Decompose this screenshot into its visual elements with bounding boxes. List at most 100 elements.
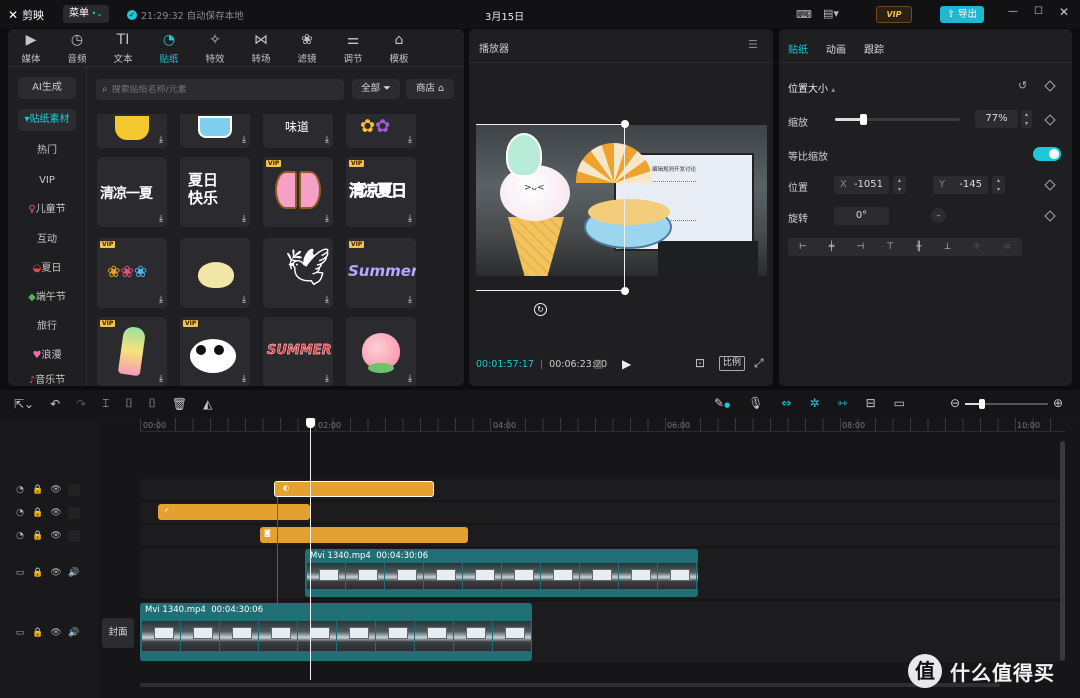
play-icon[interactable]: ▶ (622, 357, 631, 371)
search-box[interactable]: ⌕ (96, 79, 344, 100)
lock-icon[interactable]: 🔒 (32, 530, 44, 542)
trim-right-icon[interactable]: ⌷ (149, 396, 156, 411)
minimize-icon[interactable]: — (1008, 6, 1018, 17)
lock-icon[interactable]: 🔒 (32, 507, 44, 519)
sidebar-item-interactive[interactable]: 互动 (18, 229, 76, 251)
sidebar-item-travel[interactable]: 旅行 (18, 316, 76, 338)
eye-icon[interactable]: 👁 (50, 627, 62, 639)
rotate-handle-icon[interactable]: ↻ (534, 303, 547, 316)
speaker-icon[interactable]: 🔊 (68, 567, 80, 579)
tab-media[interactable]: ▶ 媒体 (8, 32, 54, 65)
sticker-dove[interactable]: 🕊 ⤓ (263, 238, 333, 308)
distribute-v-icon[interactable]: ≡ (1003, 242, 1011, 252)
snap-icon[interactable]: ✲ (809, 396, 819, 410)
vip-button[interactable]: VIP (876, 6, 912, 23)
split-preview-icon[interactable]: ⊟ (866, 396, 876, 410)
section-title[interactable]: 位置大小 ▴ (788, 80, 835, 95)
export-button[interactable]: ⇪ 导出 (940, 6, 984, 23)
align-right-icon[interactable]: ⊣ (856, 242, 864, 252)
scale-slider-knob[interactable] (859, 114, 867, 125)
zoom-slider[interactable] (965, 399, 1048, 409)
scale-value-field[interactable]: 77% (975, 110, 1018, 128)
tab-adjust[interactable]: ⚌ 调节 (330, 32, 376, 65)
tab-sticker-settings[interactable]: 贴纸 (788, 41, 808, 56)
sticker-clip[interactable]: ✓ (158, 504, 310, 520)
microphone-icon[interactable]: 🎙 (748, 396, 763, 410)
fullscreen-icon[interactable]: ⤢ (754, 356, 764, 371)
playhead-handle[interactable] (306, 418, 315, 428)
align-top-icon[interactable]: ⊤ (886, 242, 894, 252)
resize-handle[interactable] (621, 120, 629, 128)
align-center-h-icon[interactable]: ╪ (829, 242, 834, 252)
x-stepper[interactable]: ▴ ▾ (893, 176, 906, 194)
rotation-dial-icon[interactable]: – (931, 208, 946, 223)
linkage-icon[interactable]: ⇿ (838, 396, 848, 410)
sidebar-item-dragon-boat[interactable]: ◆端午节 (18, 287, 76, 309)
download-icon[interactable]: ⤓ (325, 135, 329, 145)
playhead[interactable] (310, 418, 311, 680)
selection-box[interactable] (476, 124, 625, 291)
download-icon[interactable]: ⤓ (159, 214, 163, 224)
download-icon[interactable]: ⤓ (242, 295, 246, 305)
menu-lines-icon[interactable]: ☰ (748, 38, 758, 51)
preview-axis-icon[interactable]: ▭ (894, 396, 905, 410)
maximize-icon[interactable]: ☐ (1034, 6, 1043, 17)
menu-button[interactable]: 菜单 •⌄ (63, 5, 109, 23)
lock-icon[interactable]: 🔒 (32, 567, 44, 579)
time-ruler[interactable] (140, 418, 1065, 432)
sticker-flowers[interactable]: ✿✿ ⤓ (346, 114, 416, 148)
tab-transition[interactable]: ⋈ 转场 (238, 32, 284, 65)
rotation-field[interactable]: 0° (834, 207, 889, 225)
download-icon[interactable]: ⤓ (325, 295, 329, 305)
vertical-scrollbar[interactable] (1060, 441, 1065, 661)
align-center-v-icon[interactable]: ╫ (916, 242, 921, 252)
sticker-panda[interactable]: VIP ⤓ (180, 317, 250, 386)
position-y-field[interactable]: Y -145 (933, 176, 988, 194)
tab-tracking[interactable]: 跟踪 (864, 41, 884, 56)
sticker-ice[interactable]: ⤓ (180, 114, 250, 148)
download-icon[interactable]: ⤓ (159, 374, 163, 384)
speaker-icon[interactable]: 🔊 (68, 627, 80, 639)
download-icon[interactable]: ⤓ (159, 295, 163, 305)
redo-icon[interactable]: ↷ (76, 397, 86, 411)
sidebar-item-sticker-material[interactable]: ▾贴纸素材 (18, 109, 76, 131)
zoom-in-icon[interactable]: ⊕ (1053, 396, 1063, 410)
sidebar-item-hot[interactable]: 热门 (18, 140, 76, 162)
sticker-clip[interactable]: ◙ (260, 527, 468, 543)
tab-text[interactable]: TI 文本 (100, 32, 146, 65)
keyboard-icon[interactable]: ⌨ (796, 8, 812, 21)
download-icon[interactable]: ⤓ (325, 214, 329, 224)
tab-template[interactable]: ⌂ 模板 (376, 32, 422, 65)
download-icon[interactable]: ⤓ (242, 135, 246, 145)
sticker-bird[interactable]: ⤓ (180, 238, 250, 308)
sticker-tulips[interactable]: VIP ❀❀❀ ⤓ (97, 238, 167, 308)
download-icon[interactable]: ⤓ (408, 214, 412, 224)
download-icon[interactable]: ⤓ (408, 295, 412, 305)
zoom-slider-knob[interactable] (979, 399, 985, 409)
sticker-qingliang-yixia[interactable]: 清凉一夏 ⤓ (97, 157, 167, 227)
zoom-out-icon[interactable]: ⊖ (950, 396, 960, 410)
video-clip[interactable]: Mvi 1340.mp4 00:04:30:06 (305, 549, 698, 597)
sticker-clip[interactable]: ◐ (274, 481, 434, 497)
ai-generate-button[interactable]: AI生成 (18, 77, 76, 99)
download-icon[interactable]: ⤓ (242, 374, 246, 384)
tab-sticker[interactable]: ◔ 贴纸 (146, 32, 192, 65)
mirror-icon[interactable]: ◭ (203, 397, 212, 411)
download-icon[interactable]: ⤓ (408, 135, 412, 145)
distribute-h-icon[interactable]: ⊪ (974, 242, 982, 252)
lock-icon[interactable]: 🔒 (32, 484, 44, 496)
filter-button[interactable]: 全部 ⏷ (352, 79, 400, 99)
eye-icon[interactable]: 👁 (50, 484, 62, 496)
download-icon[interactable]: ⤓ (159, 135, 163, 145)
sidebar-item-summer[interactable]: ◒夏日 (18, 258, 76, 280)
main-clip[interactable]: Mvi 1340.mp4 00:04:30:06 (140, 603, 532, 661)
select-cursor-icon[interactable]: ⇱⌄ (14, 397, 34, 411)
sidebar-item-music-festival[interactable]: ♪音乐节 (18, 372, 76, 386)
tab-audio[interactable]: ◷ 音频 (54, 32, 100, 65)
tab-effects[interactable]: ✧ 特效 (192, 32, 238, 65)
tab-filter[interactable]: ❀ 滤镜 (284, 32, 330, 65)
magic-wand-icon[interactable]: ✎● (714, 396, 730, 410)
resize-handle[interactable] (621, 287, 629, 295)
eye-icon[interactable]: 👁 (50, 507, 62, 519)
search-input[interactable] (111, 84, 332, 95)
